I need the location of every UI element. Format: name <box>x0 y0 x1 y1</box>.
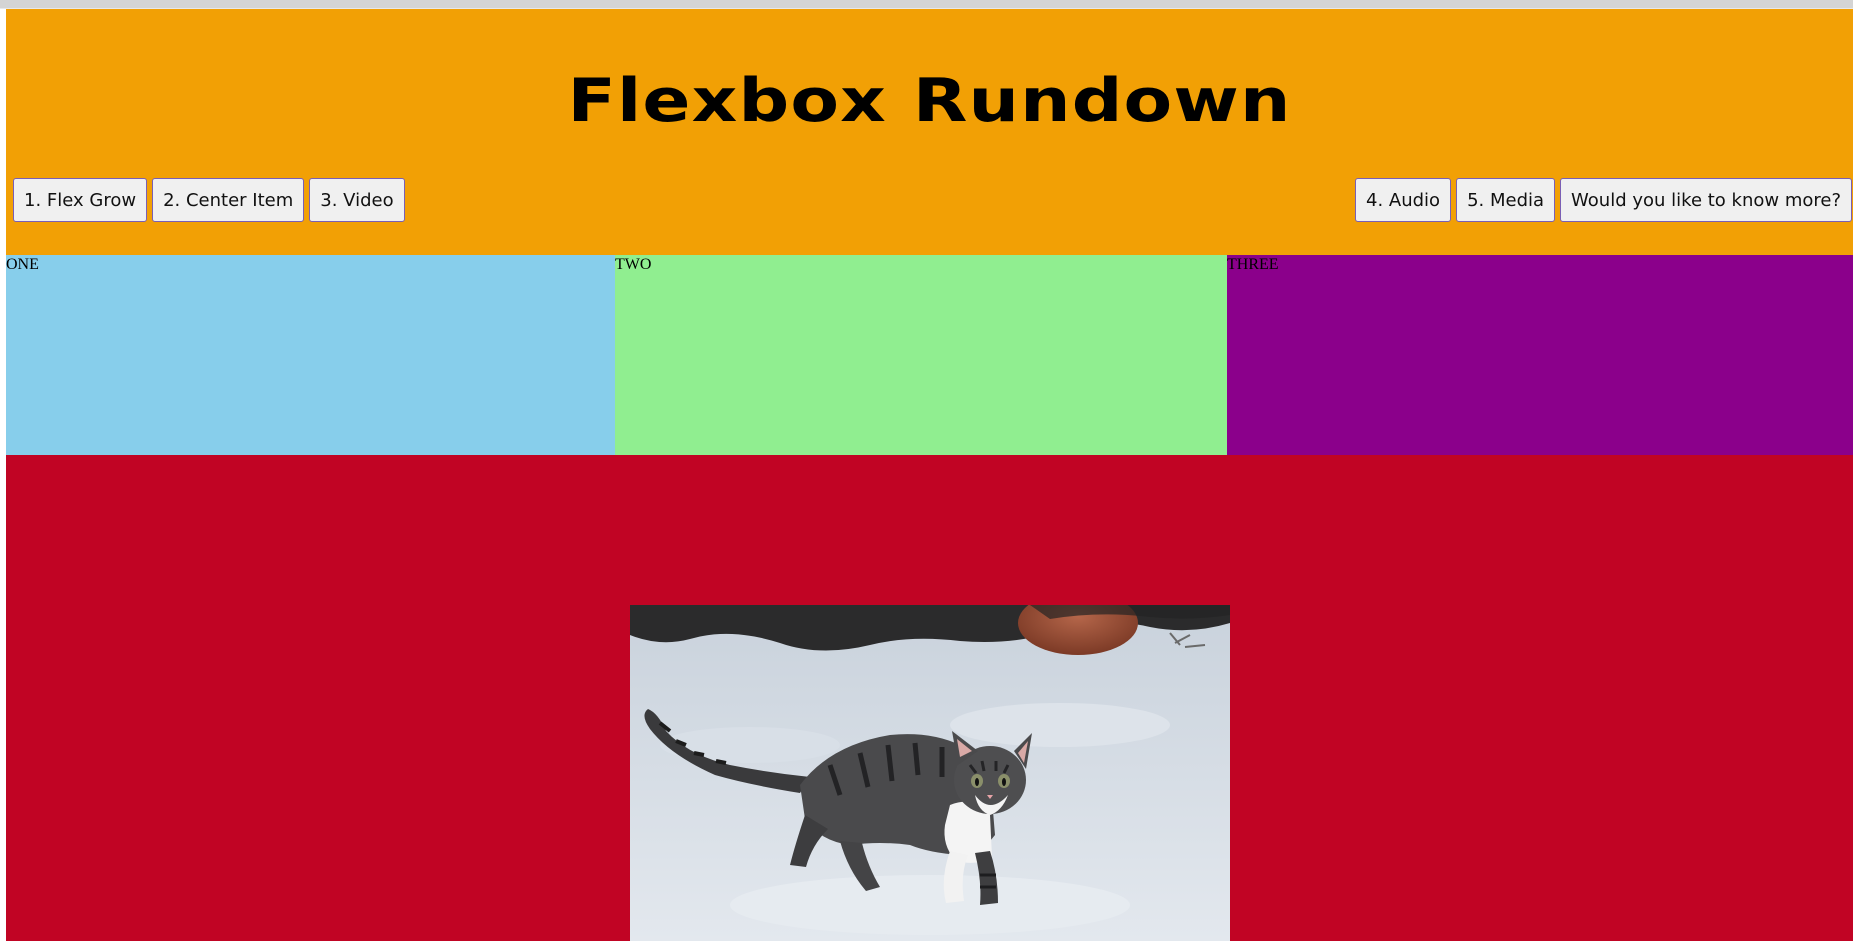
box-three: THREE <box>1227 255 1853 455</box>
kitten-in-snow-photo <box>630 605 1230 941</box>
nav-button-flex-grow[interactable]: 1. Flex Grow <box>13 178 148 222</box>
browser-top-strip <box>0 0 1853 9</box>
main-nav: 1. Flex Grow 2. Center Item 3. Video 4. … <box>6 178 1853 222</box>
nav-group-right: 4. Audio 5. Media Would you like to know… <box>1355 178 1852 222</box>
nav-button-media[interactable]: 5. Media <box>1456 178 1556 222</box>
nav-button-audio[interactable]: 4. Audio <box>1355 178 1452 222</box>
page: Flexbox Rundown 1. Flex Grow 2. Center I… <box>6 9 1853 941</box>
media-section <box>6 455 1853 941</box>
nav-button-know-more[interactable]: Would you like to know more? <box>1560 178 1852 222</box>
nav-button-center-item[interactable]: 2. Center Item <box>152 178 305 222</box>
flex-boxes: ONE TWO THREE <box>6 255 1853 455</box>
page-title: Flexbox Rundown <box>567 66 1292 136</box>
nav-button-video[interactable]: 3. Video <box>309 178 405 222</box>
box-one: ONE <box>6 255 615 455</box>
nav-group-left: 1. Flex Grow 2. Center Item 3. Video <box>13 178 405 222</box>
box-two: TWO <box>615 255 1227 455</box>
site-header: Flexbox Rundown 1. Flex Grow 2. Center I… <box>6 9 1853 255</box>
